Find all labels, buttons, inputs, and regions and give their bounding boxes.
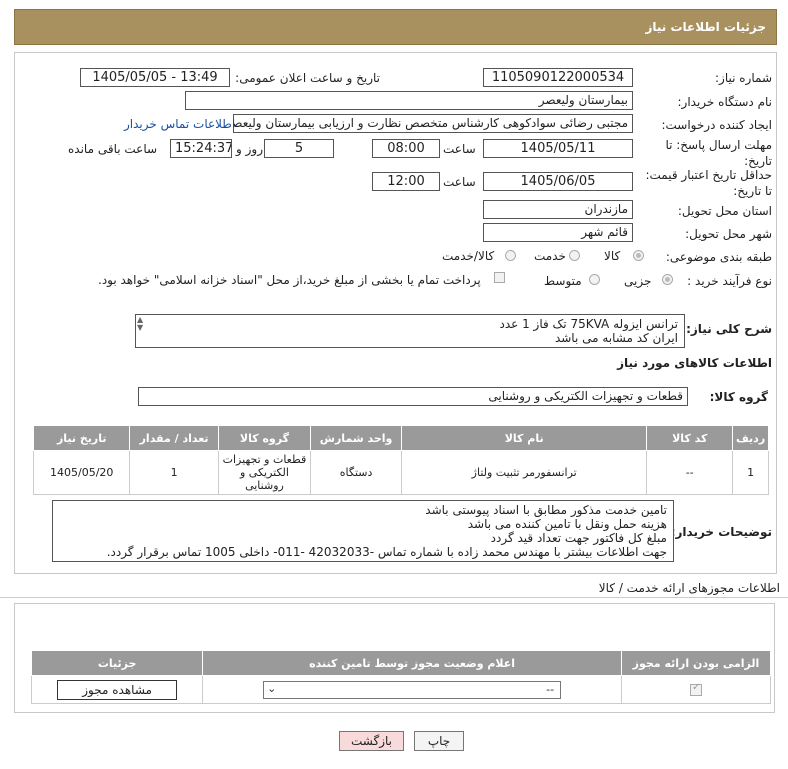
permit-status-select[interactable]: -- ⌄ (263, 680, 562, 699)
deadline-time-label: ساعت (443, 142, 476, 156)
province-field: مازندران (483, 200, 633, 219)
announce-field: 1405/05/05 - 13:49 (80, 68, 230, 87)
category-option-goods: کالا (604, 249, 621, 263)
buyer-notes-textarea[interactable]: تامین خدمت مذکور مطابق با اسناد پیوستی ب… (52, 500, 674, 562)
table-row: 1405/05/20 1 قطعات و تجهیزات الکتریکی و … (32, 450, 769, 495)
permits-cell-status: -- ⌄ (202, 675, 622, 704)
category-radio-both[interactable] (505, 250, 516, 261)
days-label: روز و (236, 142, 263, 156)
goods-cell-date: 1405/05/20 (32, 450, 131, 495)
permit-status-value: -- (546, 682, 555, 696)
buyer-notes-line: تامین خدمت مذکور مطابق با اسناد پیوستی ب… (425, 503, 667, 517)
need-number-field: 1105090122000534 (483, 68, 633, 87)
city-field: قائم شهر (483, 223, 633, 242)
validity-time-field: 12:00 (372, 172, 440, 191)
buyer-notes-line: مبلغ کل فاکتور جهت تعداد قید گردد (490, 531, 667, 545)
goods-cell-index: 1 (732, 450, 769, 495)
section-divider (0, 597, 788, 598)
page-title-bar: جزئیات اطلاعات نیاز (14, 9, 777, 45)
province-label: استان محل تحویل: (677, 204, 772, 218)
permits-cell-required: ✓ (620, 675, 772, 704)
permits-cell-details: مشاهده مجوز (30, 675, 204, 704)
process-radio-minor[interactable] (662, 274, 673, 285)
buyer-org-field: بیمارستان ولیعصر (185, 91, 633, 110)
payment-note: پرداخت تمام یا بخشی از مبلغ خرید،از محل … (98, 273, 481, 287)
announce-label: تاریخ و ساعت اعلان عمومی: (235, 71, 380, 85)
view-permit-button[interactable]: مشاهده مجوز (57, 679, 178, 700)
description-textarea[interactable]: ترانس ایزوله 75KVA تک فاز 1 عدد ایران کد… (135, 314, 685, 348)
goods-section-title: اطلاعات کالاهای مورد نیاز (617, 356, 772, 370)
city-label: شهر محل تحویل: (685, 227, 772, 241)
goods-cell-name: ترانسفورمر تثبیت ولتاژ (400, 450, 648, 495)
description-label: شرح کلی نیاز: (686, 322, 772, 336)
permits-header-status: اعلام وضعیت مجوز توسط تامین کننده (202, 650, 622, 676)
goods-header-unit: واحد شمارش (310, 425, 402, 451)
category-option-both: کالا/خدمت (442, 249, 495, 263)
buyer-notes-label: توضیحات خریدار: (670, 525, 772, 539)
chevron-down-icon: ⌄ (267, 681, 277, 695)
description-line: ایران کد مشابه می باشد (554, 331, 678, 345)
checkmark-icon: ✓ (691, 681, 701, 693)
scroll-arrows-icon[interactable]: ▲ ▼ (137, 316, 143, 332)
permits-table: جزئیات اعلام وضعیت مجوز توسط تامین کننده… (30, 650, 772, 704)
days-field: 5 (264, 139, 334, 158)
description-line: ترانس ایزوله 75KVA تک فاز 1 عدد (499, 317, 678, 331)
permits-section-title: اطلاعات مجوزهای ارائه خدمت / کالا (598, 581, 780, 595)
buyer-contact-link[interactable]: اطلاعات تماس خریدار (124, 117, 235, 131)
category-radio-service[interactable] (569, 250, 580, 261)
permits-header-details: جزئیات (30, 650, 204, 676)
goods-header-code: کد کالا (646, 425, 734, 451)
process-option-medium: متوسط (544, 274, 582, 288)
goods-group-field: قطعات و تجهیزات الکتریکی و روشنایی (138, 387, 688, 406)
process-radio-medium[interactable] (589, 274, 600, 285)
goods-header-group: گروه کالا (217, 425, 312, 451)
remaining-time-field: 15:24:37 (170, 139, 232, 158)
table-row: مشاهده مجوز -- ⌄ ✓ (30, 675, 772, 704)
deadline-time-field: 08:00 (372, 139, 440, 158)
goods-header-date: تاریخ نیاز (32, 425, 131, 451)
category-radio-goods[interactable] (633, 250, 644, 261)
goods-table: تاریخ نیاز تعداد / مقدار گروه کالا واحد … (32, 425, 769, 495)
creator-label: ایجاد کننده درخواست: (661, 118, 772, 132)
permit-required-checkbox[interactable]: ✓ (689, 681, 702, 696)
print-button[interactable]: چاپ (414, 731, 464, 751)
category-option-service: خدمت (534, 249, 566, 263)
category-label: طبقه بندی موضوعی: (665, 250, 772, 264)
goods-cell-group: قطعات و تجهیزات الکتریکی و روشنایی (217, 450, 312, 495)
deadline-date-field: 1405/05/11 (483, 139, 633, 158)
buyer-notes-line: هزینه حمل ونقل با تامین کننده می باشد (467, 517, 667, 531)
validity-date-field: 1405/06/05 (483, 172, 633, 191)
validity-time-label: ساعت (443, 175, 476, 189)
permits-header-required: الزامی بودن ارائه مجوز (620, 650, 772, 676)
goods-group-label: گروه کالا: (709, 390, 768, 404)
page-title: جزئیات اطلاعات نیاز (645, 20, 766, 34)
process-option-minor: جزیی (624, 274, 652, 288)
deadline-label: مهلت ارسال پاسخ: تا تاریخ: (665, 138, 772, 168)
buyer-org-label: نام دستگاه خریدار: (677, 95, 773, 109)
goods-cell-code: -- (646, 450, 734, 495)
goods-cell-unit: دستگاه (310, 450, 402, 495)
back-button[interactable]: بازگشت (339, 731, 404, 751)
goods-header-name: نام کالا (400, 425, 648, 451)
goods-header-qty: تعداد / مقدار (129, 425, 219, 451)
buyer-notes-line: جهت اطلاعات بیشتر با مهندس محمد زاده با … (106, 545, 667, 559)
creator-field: مجتبی رضائی سوادکوهی کارشناس متخصص نظارت… (233, 114, 633, 133)
goods-header-index: ردیف (732, 425, 769, 451)
remaining-label: ساعت باقی مانده (68, 142, 158, 156)
need-number-label: شماره نیاز: (715, 71, 772, 85)
payment-checkbox[interactable] (494, 272, 505, 283)
process-label: نوع فرآیند خرید : (687, 274, 772, 288)
goods-cell-qty: 1 (129, 450, 219, 495)
validity-label: حداقل تاریخ اعتبار قیمت: تا تاریخ: (645, 168, 772, 198)
